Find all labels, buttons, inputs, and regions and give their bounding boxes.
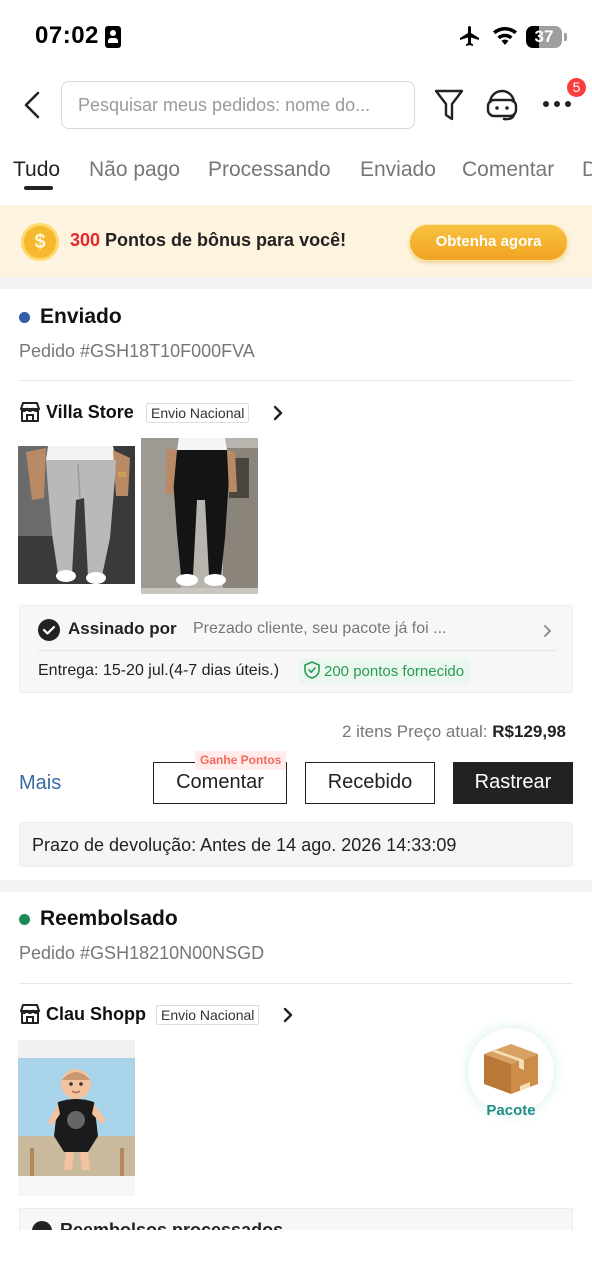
filter-icon[interactable] — [434, 88, 464, 122]
coin-icon: $ — [21, 223, 59, 261]
store-icon — [20, 402, 40, 422]
order-tabs: Tudo Não pago Processando Enviado Coment… — [0, 150, 592, 194]
shipping-tag: Envio Nacional — [156, 1005, 260, 1025]
return-deadline: Prazo de devolução: Antes de 14 ago. 202… — [19, 822, 573, 867]
back-arrow-icon[interactable] — [18, 90, 46, 120]
battery-percent: 37 — [534, 27, 554, 46]
tab-review[interactable]: Comentar — [462, 158, 554, 182]
chevron-right-icon[interactable] — [272, 405, 284, 421]
status-time: 07:02 — [35, 22, 99, 49]
divider — [19, 380, 573, 381]
status-dot — [19, 312, 30, 323]
store-name[interactable]: Villa Store — [46, 402, 134, 423]
tab-processing[interactable]: Processando — [208, 158, 331, 182]
wifi-icon — [493, 27, 517, 45]
chevron-right-icon[interactable] — [282, 1007, 294, 1023]
divider — [19, 983, 573, 984]
battery-icon: 37 — [526, 26, 562, 48]
order-price-line: 2 itens Preço atual: R$129,98 — [342, 722, 566, 742]
contact-card-icon — [105, 26, 121, 48]
status-bar: 07:02 37 — [0, 0, 592, 70]
items-count: 2 itens — [341, 722, 393, 741]
earn-points-tag: Ganhe Pontos — [195, 751, 287, 770]
battery-tip — [564, 33, 567, 41]
get-bonus-button[interactable]: Obtenha agora — [409, 224, 568, 261]
refund-status-box[interactable]: Reembolsos processados — [19, 1208, 573, 1230]
active-tab-indicator — [24, 186, 53, 190]
order-price: R$129,98 — [492, 722, 566, 741]
airplane-mode-icon — [460, 26, 479, 46]
refund-status-text: Reembolsos processados — [60, 1220, 284, 1230]
tab-unpaid[interactable]: Não pago — [89, 158, 180, 182]
received-button[interactable]: Recebido — [305, 762, 435, 804]
bonus-banner: $ 300 Pontos de bônus para você! Obtenha… — [0, 205, 592, 277]
divider — [38, 650, 556, 651]
search-box[interactable] — [61, 81, 415, 129]
bonus-points: 300 — [70, 230, 101, 250]
order-number: Pedido #GSH18T10F000FVA — [19, 341, 255, 361]
chevron-right-icon[interactable] — [543, 624, 553, 638]
price-label: Preço atual: — [396, 722, 488, 741]
track-button[interactable]: Rastrear — [453, 762, 573, 804]
shield-check-icon — [304, 661, 320, 679]
notification-badge: 5 — [567, 78, 586, 97]
section-divider — [0, 277, 592, 289]
tab-all[interactable]: Tudo — [13, 158, 60, 182]
tracking-title: Assinado por — [68, 619, 177, 638]
tab-more-truncated[interactable]: D — [582, 158, 592, 182]
order-status: Enviado — [40, 305, 122, 328]
product-image-black-pants[interactable] — [141, 438, 258, 594]
delivery-estimate: Entrega: 15-20 jul.(4-7 dias úteis.) — [38, 662, 280, 679]
status-dot — [19, 914, 30, 925]
customer-service-icon[interactable] — [484, 87, 520, 121]
package-label: Pacote — [486, 1102, 536, 1119]
points-tag: 200 pontos fornecido — [299, 659, 471, 684]
more-options-icon[interactable] — [540, 94, 574, 114]
points-text: 200 pontos fornecido — [324, 663, 465, 680]
order-number: Pedido #GSH18210N00NSGD — [19, 943, 265, 963]
product-image-grey-pants[interactable] — [18, 438, 135, 594]
check-circle-icon — [38, 619, 60, 641]
bonus-text: 300 Pontos de bônus para você! — [70, 230, 346, 251]
tracking-message: Prezado cliente, seu pacote já foi ... — [193, 620, 447, 637]
bottom-area — [0, 1230, 592, 1280]
search-input[interactable] — [62, 82, 414, 128]
store-icon — [20, 1004, 40, 1024]
tracking-box[interactable]: Assinado por Prezado cliente, seu pacote… — [19, 605, 573, 693]
store-name[interactable]: Clau Shopp — [46, 1004, 146, 1025]
section-divider — [0, 880, 592, 892]
bonus-label: Pontos de bônus para você! — [100, 230, 347, 250]
more-link[interactable]: Mais — [19, 772, 61, 795]
shipping-tag: Envio Nacional — [146, 403, 250, 423]
product-image-baby-bodysuit[interactable] — [18, 1040, 135, 1196]
order-status: Reembolsado — [40, 907, 178, 930]
refund-icon — [32, 1221, 52, 1230]
tab-shipped[interactable]: Enviado — [360, 158, 436, 182]
